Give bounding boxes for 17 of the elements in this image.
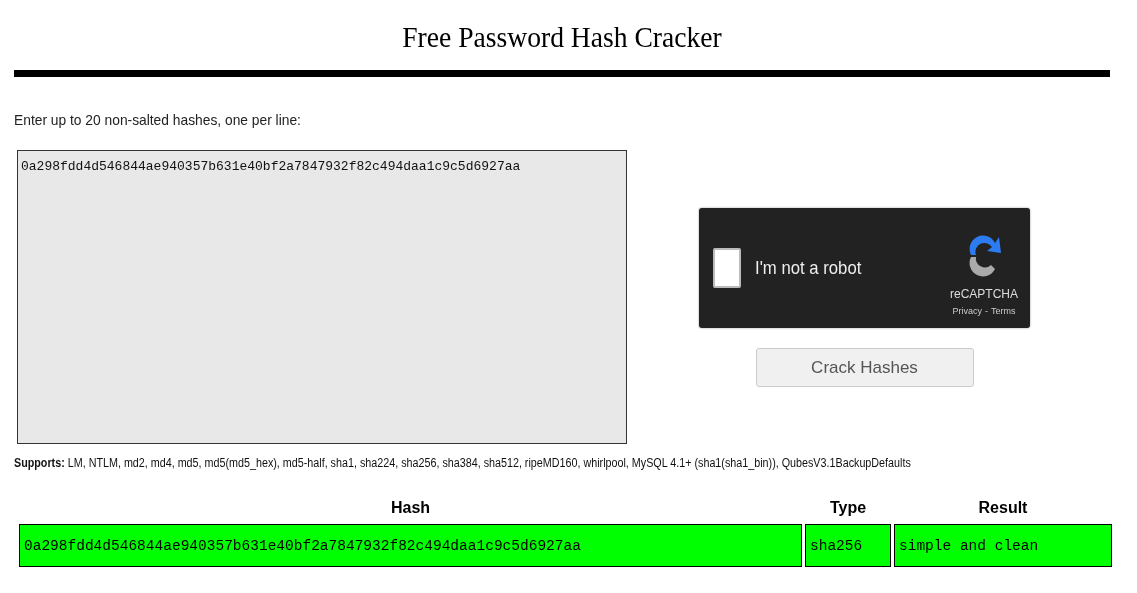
- privacy-link[interactable]: Privacy: [952, 305, 982, 316]
- recaptcha-text: reCAPTCHA: [950, 286, 1018, 301]
- page-title: Free Password Hash Cracker: [401, 19, 723, 55]
- link-separator: -: [985, 305, 988, 316]
- table-cell: 0a298fdd4d546844ae940357b631e40bf2a7847932f82c494daa1c9c5d6927aa: [19, 524, 802, 567]
- instruction-text: Enter up to 20 non-salted hashes, one per line:: [14, 111, 302, 128]
- crack-hashes-button[interactable]: Crack Hashes: [755, 348, 974, 387]
- captcha-checkbox[interactable]: [713, 248, 741, 288]
- hash-input-field[interactable]: 0a298fdd4d546844ae940357b631e40bf2a7847932f82c494daa1c9c5d6927aa: [17, 150, 627, 444]
- column-header: Hash: [389, 499, 432, 518]
- column-header: Type: [828, 499, 868, 518]
- table-cell: simple and clean: [894, 524, 1112, 567]
- terms-link[interactable]: Terms: [991, 305, 1016, 316]
- column-header: Result: [977, 499, 1029, 518]
- supported-types-text: Supports: LM, NTLM, md2, md4, md5, md5(md5_hex), md5-half, sha1, sha224, sha256, sha384, sha512, ripeMD160, whirlpool, MySQL 4.1+ (sha1(sha1_bin)), QubesV3.1BackupDefaults: [14, 456, 912, 470]
- table-cell: sha256: [805, 524, 891, 567]
- captcha-label: I'm not a robot: [755, 257, 863, 279]
